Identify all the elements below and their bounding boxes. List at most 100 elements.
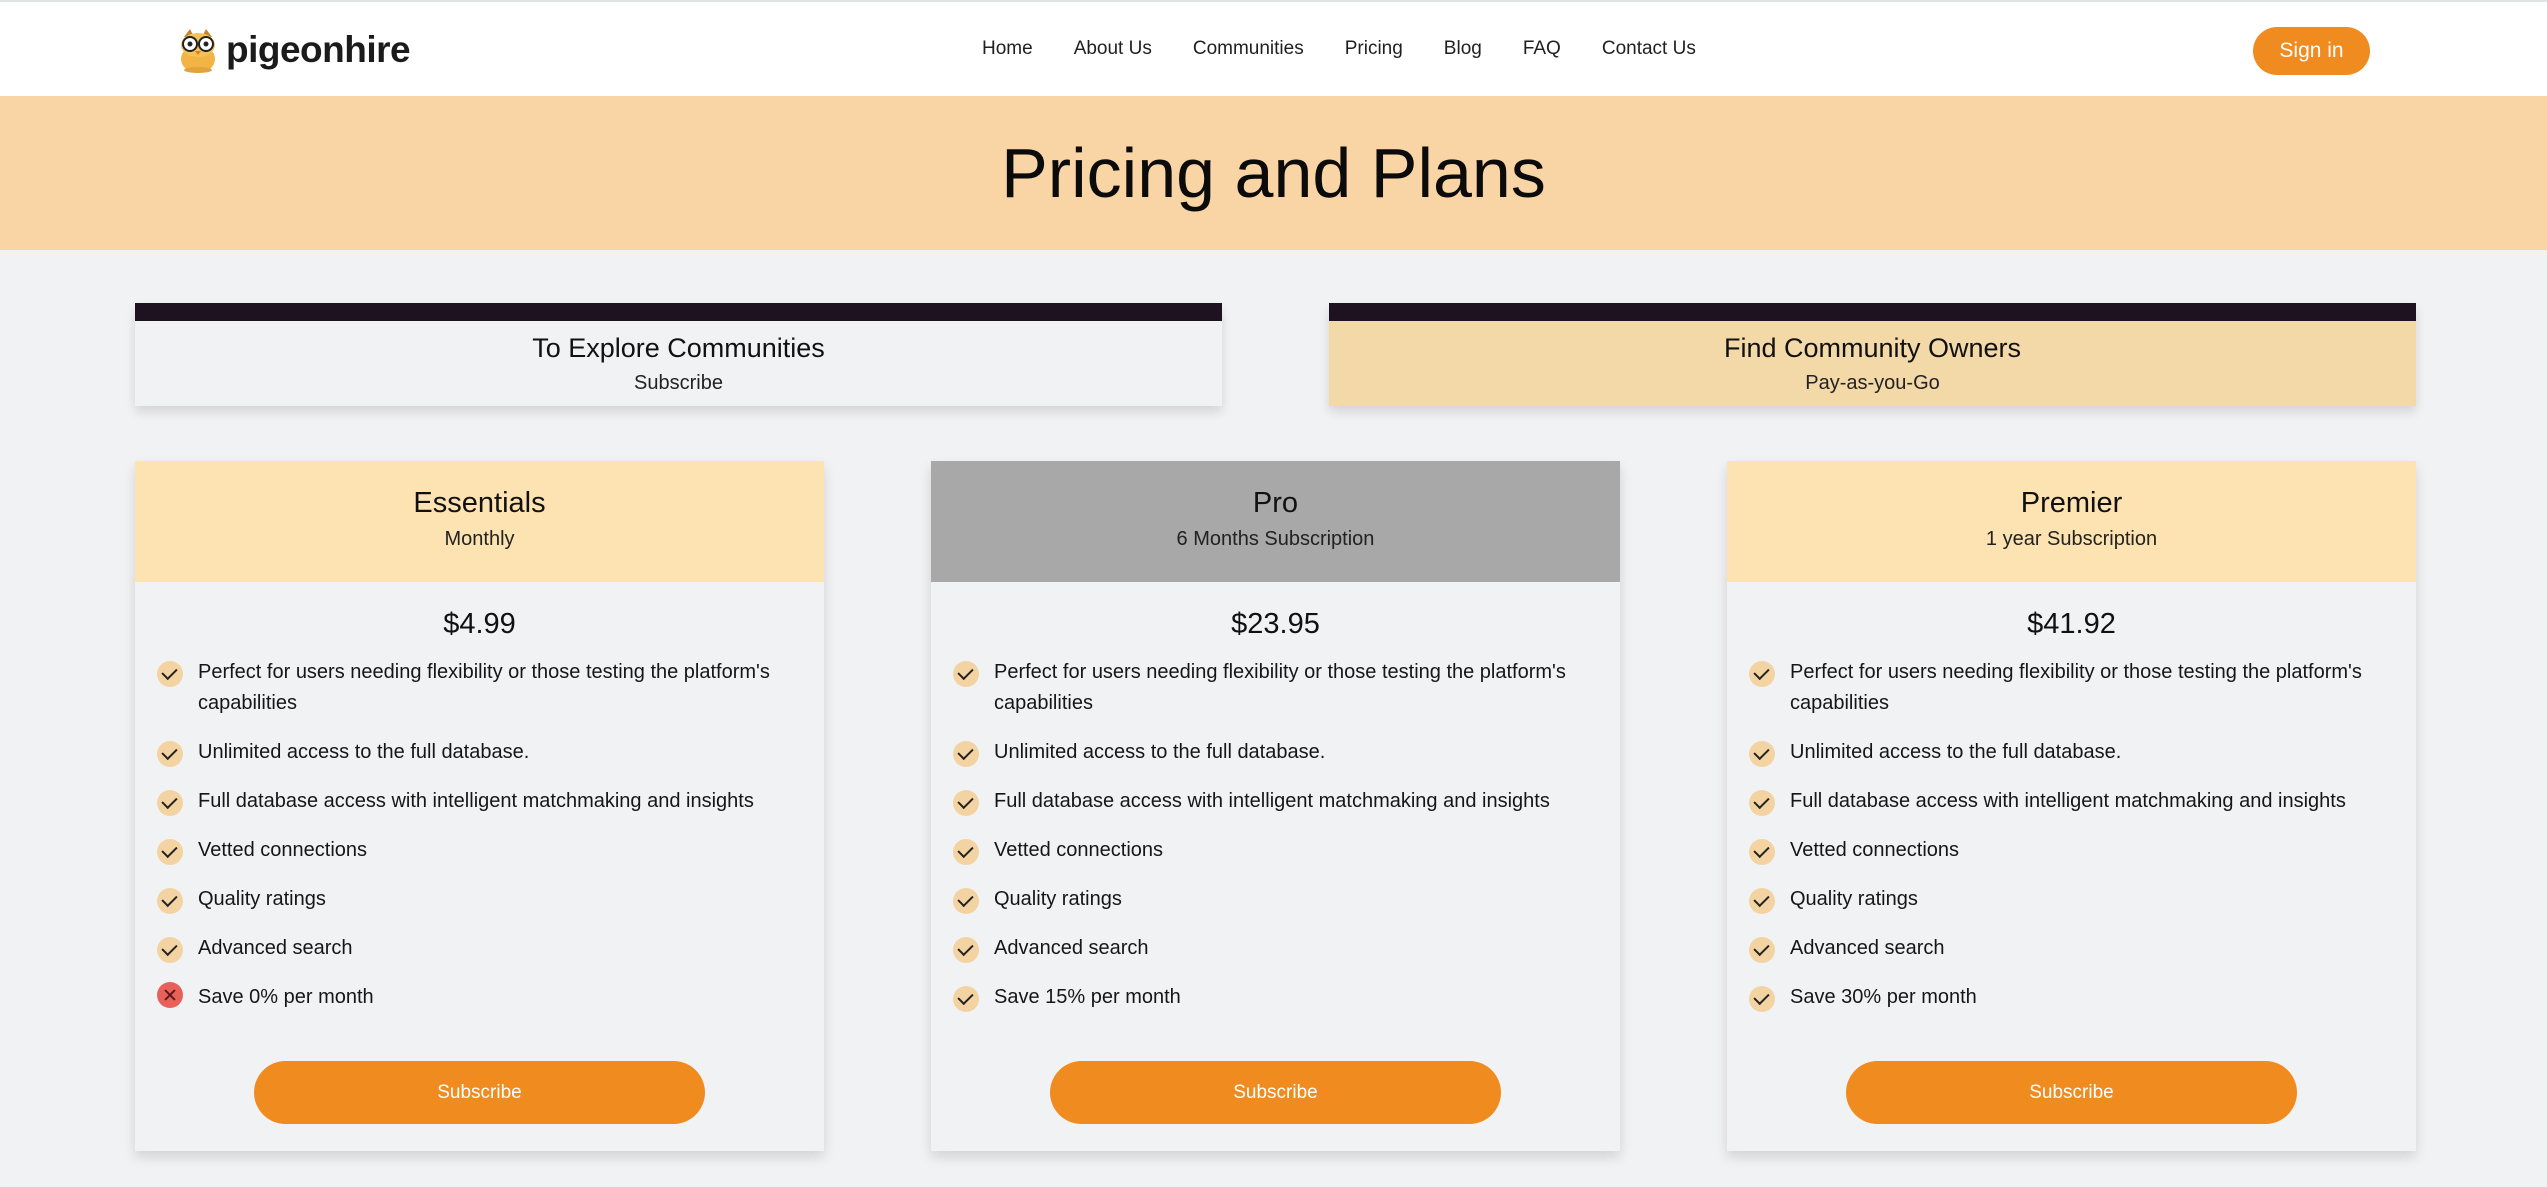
tab-subtitle: Subscribe [634, 372, 723, 394]
plan-price: $23.95 [1231, 608, 1320, 640]
feature-text: Advanced search [198, 937, 353, 959]
feature-item: Perfect for users needing flexibility or… [1749, 657, 2392, 719]
feature-text: Perfect for users needing flexibility or… [198, 661, 770, 714]
check-icon [157, 937, 183, 963]
check-icon [953, 986, 979, 1012]
feature-text: Full database access with intelligent ma… [1790, 790, 2346, 812]
feature-item: Advanced search [1749, 933, 2392, 964]
feature-item: Perfect for users needing flexibility or… [953, 657, 1596, 719]
tab-title: Find Community Owners [1723, 333, 2022, 363]
tab-top-bar [1329, 303, 2416, 321]
check-icon [953, 741, 979, 767]
feature-item: Quality ratings [1749, 884, 2392, 915]
check-icon [953, 839, 979, 865]
feature-text: Advanced search [1790, 937, 1945, 959]
feature-text: Vetted connections [994, 839, 1164, 861]
nav-link-communities[interactable]: Communities [1193, 38, 1304, 60]
check-icon [1749, 790, 1775, 816]
feature-text: Quality ratings [1790, 888, 1918, 910]
main-nav: Home About Us Communities Pricing Blog F… [982, 38, 1737, 60]
tab-subtitle: Pay-as-you-Go [1805, 372, 1940, 394]
feature-item: Quality ratings [157, 884, 800, 915]
plan-card-premier: Premier 1 year Subscription $41.92 Perfe… [1727, 461, 2416, 1151]
owl-logo-icon [176, 25, 220, 75]
feature-item: Unlimited access to the full database. [953, 737, 1596, 768]
feature-text: Quality ratings [994, 888, 1122, 910]
feature-item: Vetted connections [1749, 835, 2392, 866]
feature-text: Unlimited access to the full database. [994, 741, 1326, 763]
plan-period: 1 year Subscription [1985, 528, 2158, 550]
tab-explore-communities[interactable]: To Explore Communities Subscribe [135, 303, 1222, 406]
plan-card-essentials: Essentials Monthly $4.99 Perfect for use… [135, 461, 824, 1151]
plan-price: $41.92 [2027, 608, 2116, 640]
plan-price: $4.99 [443, 608, 516, 640]
feature-text: Vetted connections [1790, 839, 1960, 861]
feature-item: Perfect for users needing flexibility or… [157, 657, 800, 719]
plan-period: Monthly [444, 528, 515, 550]
check-icon [1749, 937, 1775, 963]
feature-text: Perfect for users needing flexibility or… [994, 661, 1566, 714]
feature-text: Advanced search [994, 937, 1149, 959]
check-icon [1749, 741, 1775, 767]
feature-item: Advanced search [157, 933, 800, 964]
nav-link-home[interactable]: Home [982, 38, 1033, 60]
feature-list: Perfect for users needing flexibility or… [1727, 657, 2416, 1013]
check-icon [1749, 986, 1775, 1012]
feature-item: Quality ratings [953, 884, 1596, 915]
tab-title: To Explore Communities [532, 333, 825, 363]
subscribe-button[interactable]: Subscribe [1050, 1061, 1501, 1124]
check-icon [1749, 661, 1775, 687]
feature-item: Full database access with intelligent ma… [1749, 786, 2392, 817]
subscribe-button[interactable]: Subscribe [254, 1061, 705, 1124]
plan-name: Premier [2020, 487, 2123, 519]
subscribe-button[interactable]: Subscribe [1846, 1061, 2297, 1124]
feature-text: Full database access with intelligent ma… [198, 790, 754, 812]
check-icon [1749, 839, 1775, 865]
feature-item: Unlimited access to the full database. [1749, 737, 2392, 768]
feature-text: Unlimited access to the full database. [198, 741, 530, 763]
plan-card-pro: Pro 6 Months Subscription $23.95 Perfect… [931, 461, 1620, 1151]
plan-name: Pro [1252, 487, 1299, 519]
plan-header: Pro 6 Months Subscription [931, 461, 1620, 582]
brand-logo[interactable]: pigeonhire [176, 24, 411, 76]
plan-name: Essentials [413, 487, 546, 519]
check-icon [157, 839, 183, 865]
feature-item: Save 30% per month [1749, 982, 2392, 1013]
feature-text: Save 30% per month [1790, 986, 1977, 1008]
plan-period: 6 Months Subscription [1176, 528, 1375, 550]
feature-item: Advanced search [953, 933, 1596, 964]
nav-link-blog[interactable]: Blog [1444, 38, 1482, 60]
sign-in-button[interactable]: Sign in [2253, 27, 2370, 75]
feature-text: Quality ratings [198, 888, 326, 910]
check-icon [157, 790, 183, 816]
feature-list: Perfect for users needing flexibility or… [931, 657, 1620, 1013]
nav-link-contact-us[interactable]: Contact Us [1602, 38, 1696, 60]
check-icon [953, 937, 979, 963]
nav-link-faq[interactable]: FAQ [1523, 38, 1561, 60]
feature-item: Full database access with intelligent ma… [953, 786, 1596, 817]
feature-item: Unlimited access to the full database. [157, 737, 800, 768]
feature-text: Unlimited access to the full database. [1790, 741, 2122, 763]
feature-text: Save 0% per month [198, 986, 374, 1008]
check-icon [953, 790, 979, 816]
check-icon [1749, 888, 1775, 914]
tab-top-bar [135, 303, 1222, 321]
feature-text: Save 15% per month [994, 986, 1181, 1008]
feature-item: Vetted connections [953, 835, 1596, 866]
check-icon [157, 888, 183, 914]
feature-list: Perfect for users needing flexibility or… [135, 657, 824, 1013]
brand-name: pigeonhire [226, 29, 411, 70]
feature-item: Full database access with intelligent ma… [157, 786, 800, 817]
check-icon [157, 741, 183, 767]
top-navbar: pigeonhire Home About Us Communities Pri… [0, 0, 2547, 96]
nav-link-about-us[interactable]: About Us [1074, 38, 1152, 60]
plan-header: Premier 1 year Subscription [1727, 461, 2416, 582]
check-icon [953, 661, 979, 687]
feature-item: Save 15% per month [953, 982, 1596, 1013]
plan-header: Essentials Monthly [135, 461, 824, 582]
nav-link-pricing[interactable]: Pricing [1345, 38, 1403, 60]
feature-text: Vetted connections [198, 839, 368, 861]
tab-find-community-owners[interactable]: Find Community Owners Pay-as-you-Go [1329, 303, 2416, 406]
cross-icon [157, 982, 183, 1008]
feature-item: Save 0% per month [157, 982, 800, 1013]
